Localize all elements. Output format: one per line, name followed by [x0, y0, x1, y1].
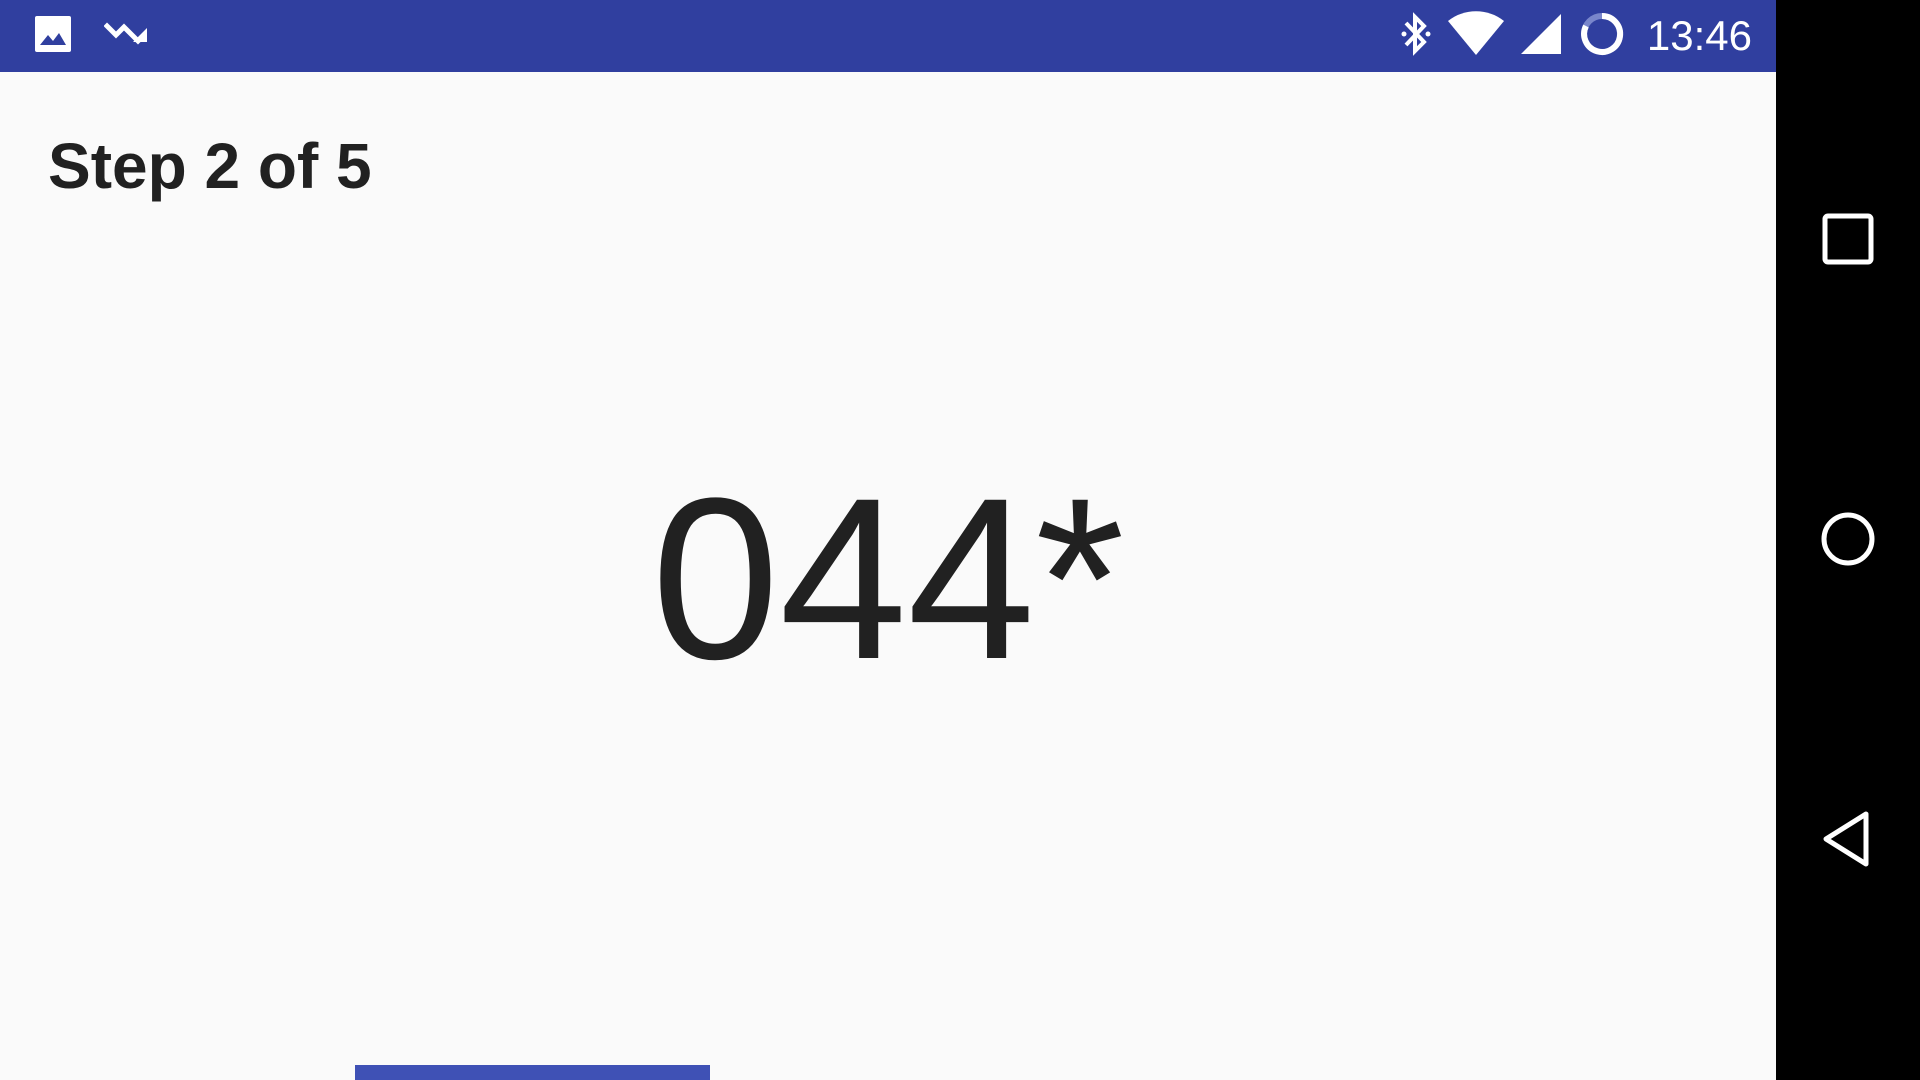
status-bar: 13:46	[0, 0, 1776, 72]
system-status-icons: 13:46	[1399, 9, 1752, 63]
image-notification-icon	[34, 15, 72, 58]
home-icon	[1819, 510, 1877, 571]
trending-down-notification-icon	[103, 15, 150, 58]
home-button[interactable]	[1818, 510, 1878, 570]
recents-button[interactable]	[1818, 210, 1878, 270]
recents-icon	[1820, 211, 1876, 270]
battery-saver-icon	[1577, 9, 1627, 64]
cellular-signal-icon	[1519, 12, 1563, 61]
status-time: 13:46	[1646, 12, 1752, 59]
app-screen: 13:46 Step 2 of 5 044*	[0, 0, 1776, 1080]
back-icon	[1819, 810, 1877, 871]
wifi-icon	[1447, 10, 1505, 62]
activity-content: Step 2 of 5 044*	[0, 72, 1776, 1080]
back-button[interactable]	[1818, 810, 1878, 870]
step-indicator: Step 2 of 5	[48, 130, 372, 202]
bluetooth-icon	[1399, 10, 1433, 63]
bottom-action-button[interactable]	[355, 1065, 710, 1080]
entered-code-display: 044*	[651, 450, 1125, 707]
notification-icons	[34, 15, 150, 58]
system-navigation-bar	[1776, 0, 1920, 1080]
